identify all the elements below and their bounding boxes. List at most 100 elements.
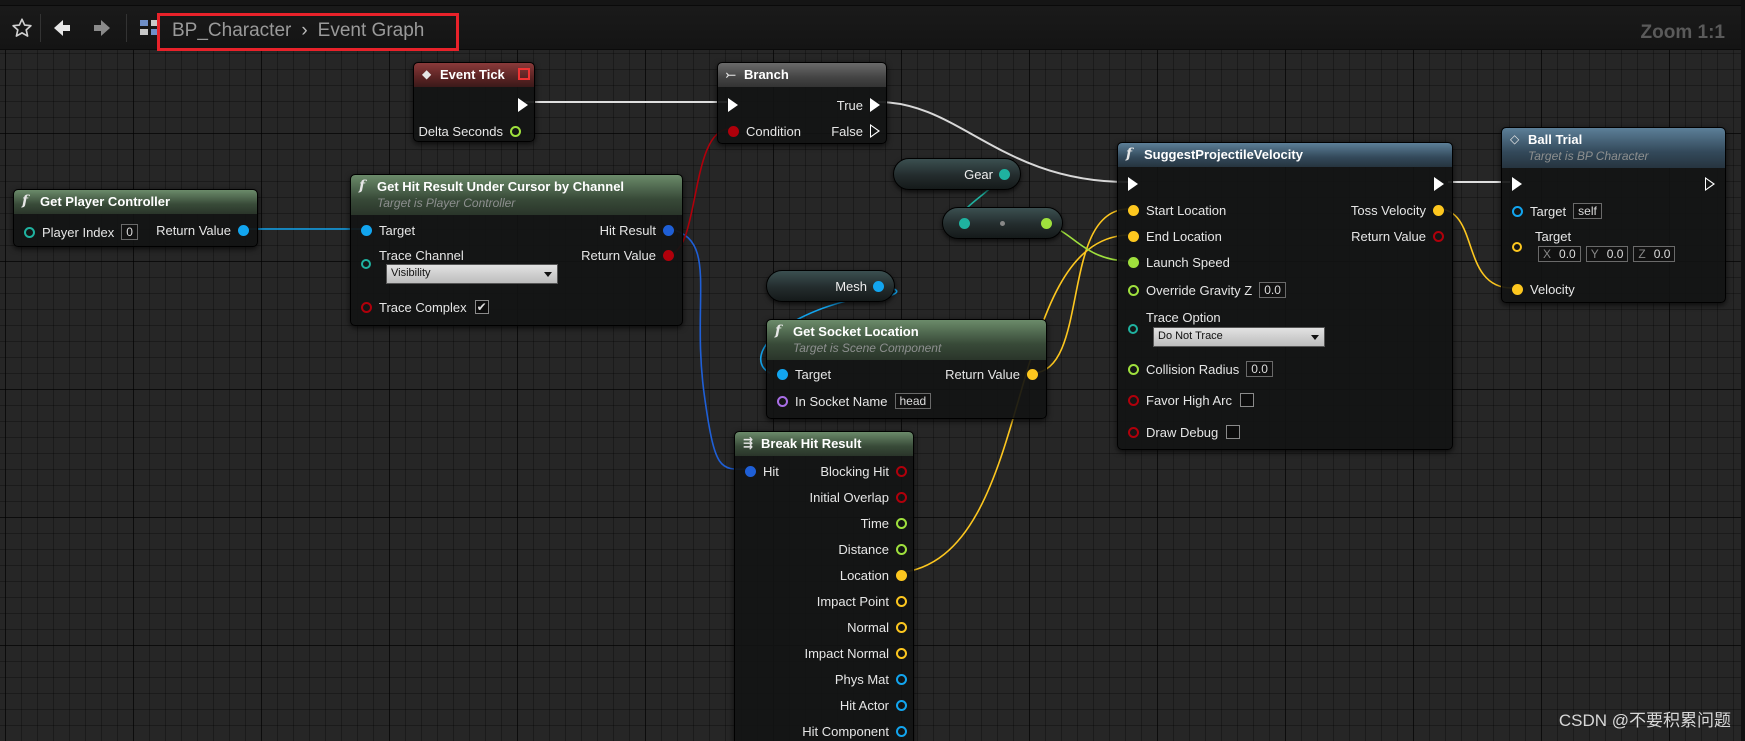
trace-channel-pin[interactable] [361, 255, 371, 273]
ball-exec-in[interactable] [1512, 175, 1522, 193]
branch-false-pin[interactable]: False [831, 122, 880, 140]
location-pin[interactable]: Location [840, 566, 907, 584]
favorite-button[interactable] [2, 6, 42, 50]
blocking-hit-pin[interactable]: Blocking Hit [820, 462, 907, 480]
hierarchy-button[interactable] [130, 6, 170, 50]
break-hit-result-node[interactable]: ⇶ Break Hit Result Hit Blocking Hit Init… [734, 431, 914, 741]
bool-pin-icon[interactable] [361, 301, 372, 313]
time-pin[interactable]: Time [861, 514, 907, 532]
object-pin-icon[interactable] [1512, 205, 1523, 217]
forward-button[interactable] [82, 6, 122, 50]
distance-pin[interactable]: Distance [838, 540, 907, 558]
suggest-return-pin[interactable]: Return Value [1351, 227, 1444, 245]
suggest-exec-in[interactable] [1128, 175, 1138, 193]
exec-pin-icon[interactable] [518, 98, 528, 112]
float-pin-icon[interactable] [1128, 363, 1139, 375]
player-index-pin[interactable]: Player Index 0 [24, 223, 138, 241]
name-pin-icon[interactable] [777, 395, 788, 407]
vector-pin-icon[interactable] [1512, 242, 1522, 252]
hit-target-pin[interactable]: Target [361, 221, 422, 239]
float-pin-icon[interactable] [896, 517, 907, 529]
branch-node[interactable]: ⤚ Branch True Condition False [717, 62, 887, 144]
breadcrumb-blueprint[interactable]: BP_Character [172, 20, 291, 42]
normal-pin[interactable]: Normal [847, 618, 907, 636]
conversion-node[interactable] [942, 207, 1063, 239]
trace-complex-checkbox[interactable]: ✔ [474, 300, 489, 314]
exec-pin-icon[interactable] [1705, 177, 1715, 191]
back-button[interactable] [42, 6, 82, 50]
mesh-variable-node[interactable]: Mesh [766, 270, 895, 302]
conversion-out-pin-icon[interactable] [1041, 217, 1052, 229]
ball-trial-node[interactable]: ◇ Ball Trial Target is BP Character Targ… [1501, 127, 1726, 303]
object-pin-icon[interactable] [873, 280, 884, 292]
object-pin-icon[interactable] [238, 224, 249, 236]
bool-pin-icon[interactable] [728, 125, 739, 137]
breadcrumb-graph[interactable]: Event Graph [318, 20, 425, 42]
trace-option-dropdown[interactable]: Do Not Trace [1153, 327, 1325, 347]
vector-pin-icon[interactable] [1128, 230, 1139, 242]
ball-target-pin[interactable]: Target self [1512, 202, 1602, 220]
target-self-field[interactable]: self [1573, 203, 1602, 219]
launch-speed-pin[interactable]: Launch Speed [1128, 253, 1237, 271]
int-pin-icon[interactable] [24, 226, 35, 238]
object-pin-icon[interactable] [361, 224, 372, 236]
float-pin-icon[interactable] [1128, 256, 1139, 268]
get-socket-location-node[interactable]: f Get Socket Location Target is Scene Co… [766, 319, 1047, 419]
impact-point-pin[interactable]: Impact Point [817, 592, 907, 610]
bool-pin-icon[interactable] [1128, 394, 1139, 406]
vector-pin-icon[interactable] [1128, 204, 1139, 216]
draw-debug-pin[interactable]: Draw Debug [1128, 423, 1241, 441]
event-tick-exec-out[interactable] [518, 96, 528, 114]
exec-pin-icon[interactable] [1128, 177, 1138, 191]
vector-pin-icon[interactable] [896, 621, 907, 633]
trace-complex-pin[interactable]: Trace Complex ✔ [361, 298, 489, 316]
controller-return-pin[interactable]: Return Value [156, 221, 249, 239]
socket-name-field[interactable]: head [894, 393, 932, 409]
object-pin-icon[interactable] [896, 725, 907, 737]
trace-channel-dropdown[interactable]: Visibility [386, 264, 558, 284]
break-hit-in-pin[interactable]: Hit [745, 462, 786, 480]
trace-option-pin[interactable] [1128, 320, 1138, 338]
vector-pin-icon[interactable] [1027, 368, 1038, 380]
toss-velocity-pin[interactable]: Toss Velocity [1351, 201, 1444, 219]
exec-pin-icon[interactable] [1434, 177, 1444, 191]
object-pin-icon[interactable] [777, 368, 788, 380]
socket-target-pin[interactable]: Target [777, 365, 838, 383]
gear-variable-node[interactable]: Gear [893, 158, 1021, 190]
branch-exec-in[interactable] [728, 96, 738, 114]
z-field[interactable]: Z 0.0 [1633, 246, 1676, 262]
branch-true-pin[interactable]: True [837, 96, 880, 114]
favor-high-arc-pin[interactable]: Favor High Arc [1128, 391, 1254, 409]
initial-overlap-pin[interactable]: Initial Overlap [810, 488, 907, 506]
velocity-pin[interactable]: Velocity [1512, 280, 1582, 298]
bool-pin-icon[interactable] [896, 491, 907, 503]
phys-mat-pin[interactable]: Phys Mat [835, 670, 907, 688]
byte-pin-icon[interactable] [361, 259, 371, 269]
float-pin-icon[interactable] [510, 125, 521, 137]
struct-pin-icon[interactable] [663, 224, 674, 236]
event-tick-node[interactable]: ◆ Event Tick Delta Seconds [413, 62, 535, 142]
bool-pin-icon[interactable] [1433, 230, 1444, 242]
ball-exec-out[interactable] [1705, 175, 1715, 193]
float-pin-icon[interactable] [896, 543, 907, 555]
exec-pin-icon[interactable] [870, 98, 880, 112]
vector-pin-icon[interactable] [896, 595, 907, 607]
draw-debug-checkbox[interactable] [1226, 425, 1241, 439]
float-pin-icon[interactable] [1128, 284, 1139, 296]
hit-result-pin[interactable]: Hit Result [600, 221, 674, 239]
favor-high-arc-checkbox[interactable] [1239, 393, 1254, 407]
bool-pin-icon[interactable] [1128, 426, 1139, 438]
exec-pin-icon[interactable] [728, 98, 738, 112]
hit-actor-pin[interactable]: Hit Actor [840, 696, 907, 714]
vector-pin-icon[interactable] [1433, 204, 1444, 216]
override-gravity-field[interactable]: 0.0 [1259, 282, 1286, 298]
end-location-pin[interactable]: End Location [1128, 227, 1229, 245]
target-vector-pin[interactable] [1512, 238, 1522, 256]
bool-pin-icon[interactable] [896, 465, 907, 477]
vector-pin-icon[interactable] [1512, 283, 1523, 295]
hit-component-pin[interactable]: Hit Component [802, 722, 907, 740]
socket-name-pin[interactable]: In Socket Name head [777, 392, 932, 410]
conversion-in-pin-icon[interactable] [959, 217, 970, 229]
get-player-controller-node[interactable]: f Get Player Controller Player Index 0 R… [13, 189, 258, 247]
float-pin-icon[interactable] [999, 168, 1010, 180]
